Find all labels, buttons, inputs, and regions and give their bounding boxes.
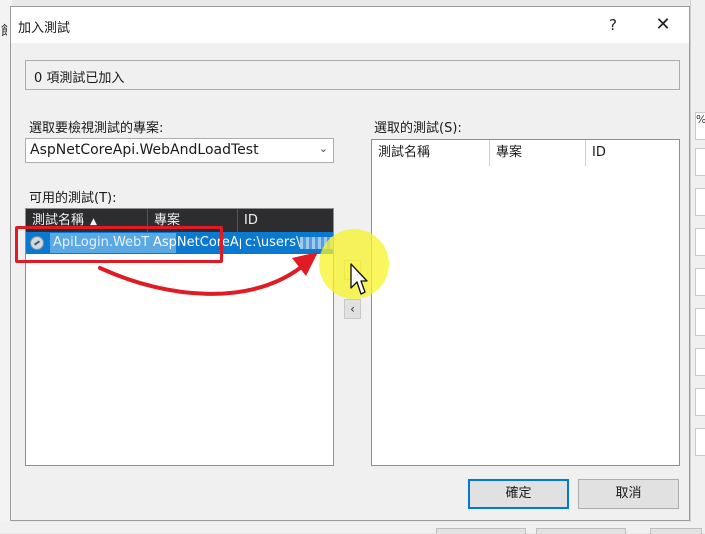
annotation-rectangle bbox=[15, 226, 223, 263]
project-dropdown[interactable]: AspNetCoreApi.WebAndLoadTest ⌄ bbox=[25, 138, 334, 163]
background-app-bottom bbox=[0, 522, 705, 534]
selected-tests-label: 選取的測試(S): bbox=[374, 121, 462, 136]
selected-tests-list[interactable]: 測試名稱 專案 ID bbox=[371, 139, 680, 466]
background-cell bbox=[695, 188, 705, 216]
background-block bbox=[650, 528, 702, 534]
background-cell bbox=[695, 148, 705, 176]
background-cell bbox=[695, 348, 705, 376]
title-bar: 加入測試 ? ✕ bbox=[11, 7, 689, 43]
background-cell bbox=[695, 428, 705, 456]
column-header-name[interactable]: 測試名稱 bbox=[372, 140, 490, 166]
background-cell bbox=[695, 228, 705, 256]
project-dropdown-value: AspNetCoreApi.WebAndLoadTest bbox=[30, 142, 259, 158]
cancel-button[interactable]: 取消 bbox=[578, 479, 679, 509]
background-cell bbox=[695, 388, 705, 416]
project-label: 選取要檢視測試的專案: bbox=[29, 121, 164, 136]
background-block bbox=[536, 528, 626, 534]
background-app-right: % bbox=[690, 0, 705, 533]
close-button[interactable]: ✕ bbox=[643, 11, 683, 39]
column-header-project[interactable]: 專案 bbox=[490, 140, 586, 166]
background-block bbox=[436, 528, 526, 534]
mouse-pointer-icon bbox=[350, 263, 368, 295]
background-cell: % bbox=[695, 112, 705, 140]
help-button[interactable]: ? bbox=[593, 11, 633, 39]
available-tests-label: 可用的測試(T): bbox=[29, 191, 117, 206]
ok-button[interactable]: 確定 bbox=[468, 479, 569, 509]
background-cell bbox=[695, 268, 705, 296]
column-header-id[interactable]: ID bbox=[238, 209, 333, 232]
added-count-box: 0 項測試已加入 bbox=[25, 60, 680, 90]
column-header-id[interactable]: ID bbox=[586, 140, 679, 166]
selected-tests-header: 測試名稱 專案 ID bbox=[372, 140, 679, 166]
added-count-text: 0 項測試已加入 bbox=[34, 71, 125, 86]
chevron-down-icon: ⌄ bbox=[318, 142, 328, 155]
remove-selected-button[interactable]: ‹ bbox=[344, 299, 361, 319]
background-cell bbox=[695, 308, 705, 336]
test-id-cell: c:\users\ bbox=[245, 232, 333, 254]
dialog-title: 加入測試 bbox=[18, 21, 71, 36]
